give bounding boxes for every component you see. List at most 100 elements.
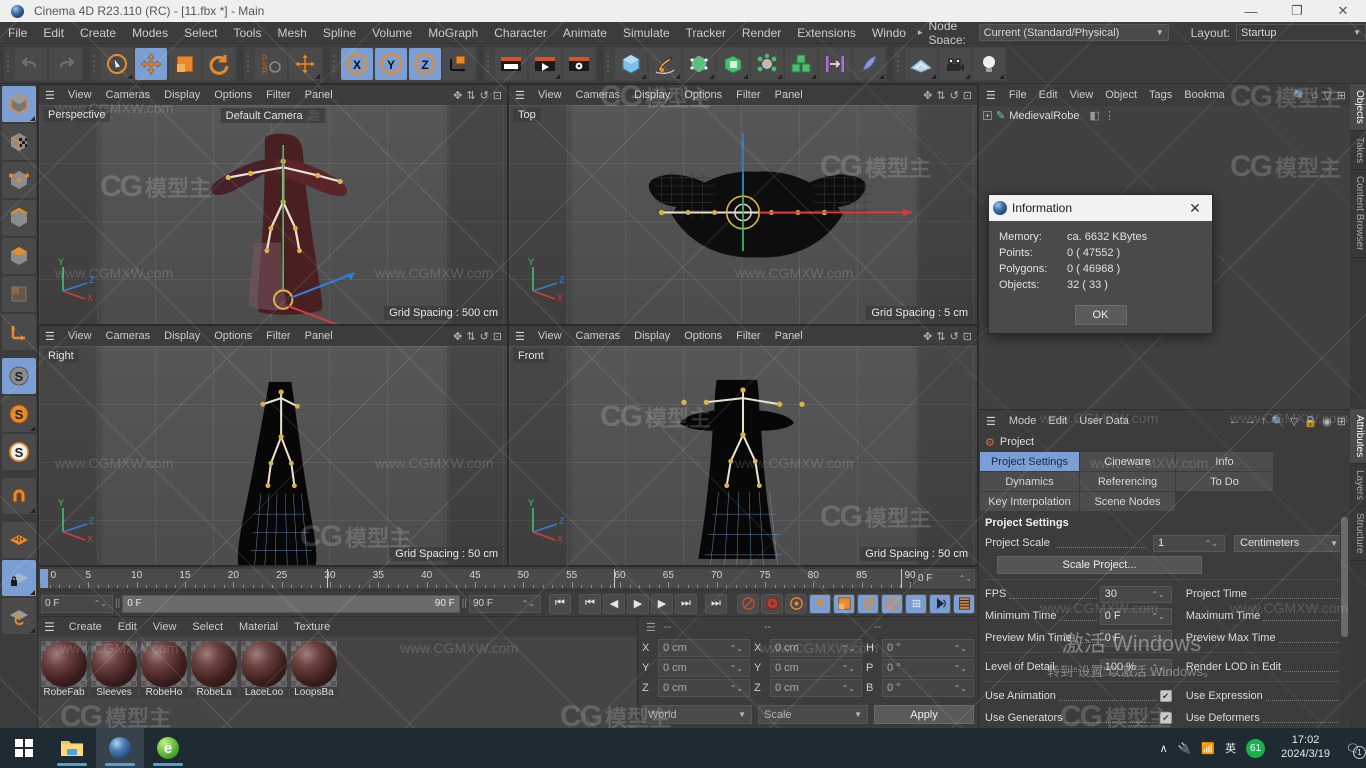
minimize-button[interactable]: —: [1228, 0, 1274, 22]
group-grip-icon[interactable]: [5, 55, 14, 72]
maximize-viewport-icon[interactable]: ⊡: [963, 330, 972, 343]
menu-animate[interactable]: Animate: [555, 22, 615, 44]
add-array-button[interactable]: [785, 47, 817, 80]
step-forward-button[interactable]: ▶: [651, 593, 673, 614]
viewport-menu-cameras[interactable]: Cameras: [99, 326, 158, 346]
scale-button[interactable]: [169, 47, 201, 80]
y-axis-button[interactable]: Y: [375, 47, 407, 80]
ime-icon[interactable]: 英: [1225, 740, 1236, 756]
spinner-icon[interactable]: ⌃⌄: [954, 664, 969, 673]
menu-simulate[interactable]: Simulate: [615, 22, 678, 44]
go-to-next-key-button[interactable]: ⏭: [675, 593, 697, 614]
menu-windo[interactable]: Windo: [864, 22, 914, 44]
taskbar-file-explorer[interactable]: [48, 728, 96, 768]
viewport-menu-display[interactable]: Display: [627, 85, 677, 105]
spinner-icon[interactable]: ⌃⌄: [959, 574, 974, 583]
group-grip-icon[interactable]: [245, 55, 254, 72]
enable-axis-button[interactable]: S: [1, 358, 36, 394]
material-swatch[interactable]: RobeLa: [190, 641, 238, 724]
add-floor-button[interactable]: [905, 47, 937, 80]
timeline-playhead[interactable]: [40, 569, 48, 588]
checkbox[interactable]: ✔: [1159, 712, 1172, 724]
rotate-icon[interactable]: ↺: [950, 330, 959, 343]
tray-badge[interactable]: 61: [1246, 738, 1266, 758]
align-workplane-button[interactable]: [1, 598, 36, 634]
taskbar-clock[interactable]: 17:02 2024/3/19: [1275, 734, 1336, 762]
group-grip-icon[interactable]: [895, 55, 904, 72]
battery-icon[interactable]: 🔌: [1178, 742, 1192, 755]
coord-input-size[interactable]: 0 cm ⌃⌄: [770, 679, 862, 697]
spinner-icon[interactable]: ⌃⌄: [730, 644, 745, 653]
pan-icon[interactable]: ✥: [923, 89, 932, 102]
add-icon[interactable]: ⊞: [1337, 89, 1346, 102]
menu-volume[interactable]: Volume: [364, 22, 420, 44]
menu-spline[interactable]: Spline: [315, 22, 364, 44]
object-dots-icon[interactable]: ⋮: [1104, 109, 1115, 122]
viewport-menu-panel[interactable]: Panel: [768, 85, 810, 105]
menu-edit[interactable]: Edit: [35, 22, 72, 44]
live-selection-button[interactable]: [101, 47, 133, 80]
hamburger-icon[interactable]: ☰: [979, 415, 1003, 428]
pan-icon[interactable]: ✥: [923, 330, 932, 343]
expand-icon[interactable]: +: [983, 111, 992, 120]
range-grip-left-icon[interactable]: ||: [115, 598, 120, 609]
spinner-icon[interactable]: ⌃⌄: [842, 644, 857, 653]
viewport-menu-options[interactable]: Options: [207, 326, 259, 346]
add-icon[interactable]: ⊞: [1337, 415, 1346, 428]
hamburger-icon[interactable]: ☰: [979, 89, 1003, 102]
coord-input-rotation[interactable]: 0 ° ⌃⌄: [882, 659, 974, 677]
attribute-menu-edit[interactable]: Edit: [1042, 410, 1073, 432]
menu-modes[interactable]: Modes: [124, 22, 176, 44]
spinner-icon[interactable]: ⌃⌄: [1151, 590, 1166, 599]
spinner-icon[interactable]: ⌃⌄: [522, 599, 537, 608]
menu-mograph[interactable]: MoGraph: [420, 22, 486, 44]
scale-project-button[interactable]: Scale Project...: [997, 556, 1202, 574]
preview-range-slider[interactable]: 0 F 90 F: [122, 594, 460, 613]
spinner-icon[interactable]: ⌃⌄: [1151, 663, 1166, 672]
rotate-icon[interactable]: ↺: [480, 89, 489, 102]
position-key-button[interactable]: [809, 593, 831, 614]
range-grip-right-icon[interactable]: ||: [462, 598, 467, 609]
record-active-objects-button[interactable]: [761, 593, 783, 614]
menu-overflow-icon[interactable]: ▸: [914, 27, 927, 38]
tab-structure[interactable]: Structure: [1350, 507, 1366, 561]
material-menu-create[interactable]: Create: [61, 616, 110, 638]
taskbar-cinema4d[interactable]: [96, 728, 144, 768]
viewport-menu-cameras[interactable]: Cameras: [99, 85, 158, 105]
add-scene-button[interactable]: [819, 47, 851, 80]
world-coordinates-button[interactable]: [443, 47, 475, 80]
home-icon[interactable]: ⌂: [1312, 89, 1319, 102]
texture-mode-button[interactable]: [1, 124, 36, 160]
material-menu-material[interactable]: Material: [231, 616, 286, 638]
viewport-camera-label[interactable]: Default Camera 🎥: [220, 108, 326, 123]
filter-icon[interactable]: ▽: [1290, 415, 1298, 428]
animation-mode-button[interactable]: [929, 593, 951, 614]
group-grip-icon[interactable]: [331, 55, 340, 72]
coord-input-position[interactable]: 0 cm ⌃⌄: [658, 639, 750, 657]
viewport-canvas[interactable]: Y Z X Front Grid Spacing : 50 cm: [509, 346, 977, 565]
edges-mode-button[interactable]: [1, 200, 36, 236]
spinner-icon[interactable]: ⌃⌄: [730, 664, 745, 673]
tray-chevron-icon[interactable]: ∧: [1160, 742, 1168, 755]
timeline-toggle-button[interactable]: [953, 593, 975, 614]
add-deformer-button[interactable]: [751, 47, 783, 80]
object-menu-object[interactable]: Object: [1099, 84, 1143, 106]
tab-content-browser[interactable]: Content Browser: [1350, 170, 1366, 258]
forward-arrow-icon[interactable]: →: [1245, 415, 1256, 428]
viewport-menu-panel[interactable]: Panel: [298, 85, 340, 105]
viewport-menu-filter[interactable]: Filter: [259, 326, 297, 346]
viewport-menu-display[interactable]: Display: [157, 326, 207, 346]
coordinate-system-select[interactable]: World ▼: [642, 705, 752, 724]
menu-tools[interactable]: Tools: [225, 22, 269, 44]
viewport-canvas[interactable]: Y Z X Perspective Default Camera 🎥 Grid Spacin…: [39, 105, 507, 324]
material-menu-select[interactable]: Select: [184, 616, 231, 638]
keyframe-selection-button[interactable]: [785, 593, 807, 614]
menu-tracker[interactable]: Tracker: [678, 22, 734, 44]
project-scale-input[interactable]: 1 ⌃⌄: [1153, 534, 1225, 552]
menu-character[interactable]: Character: [486, 22, 555, 44]
maximize-viewport-icon[interactable]: ⊡: [493, 330, 502, 343]
material-menu-view[interactable]: View: [145, 616, 185, 638]
coord-input-rotation[interactable]: 0 ° ⌃⌄: [882, 679, 974, 697]
go-to-start-button[interactable]: ⏮: [549, 593, 571, 614]
render-view-button[interactable]: [495, 47, 527, 80]
